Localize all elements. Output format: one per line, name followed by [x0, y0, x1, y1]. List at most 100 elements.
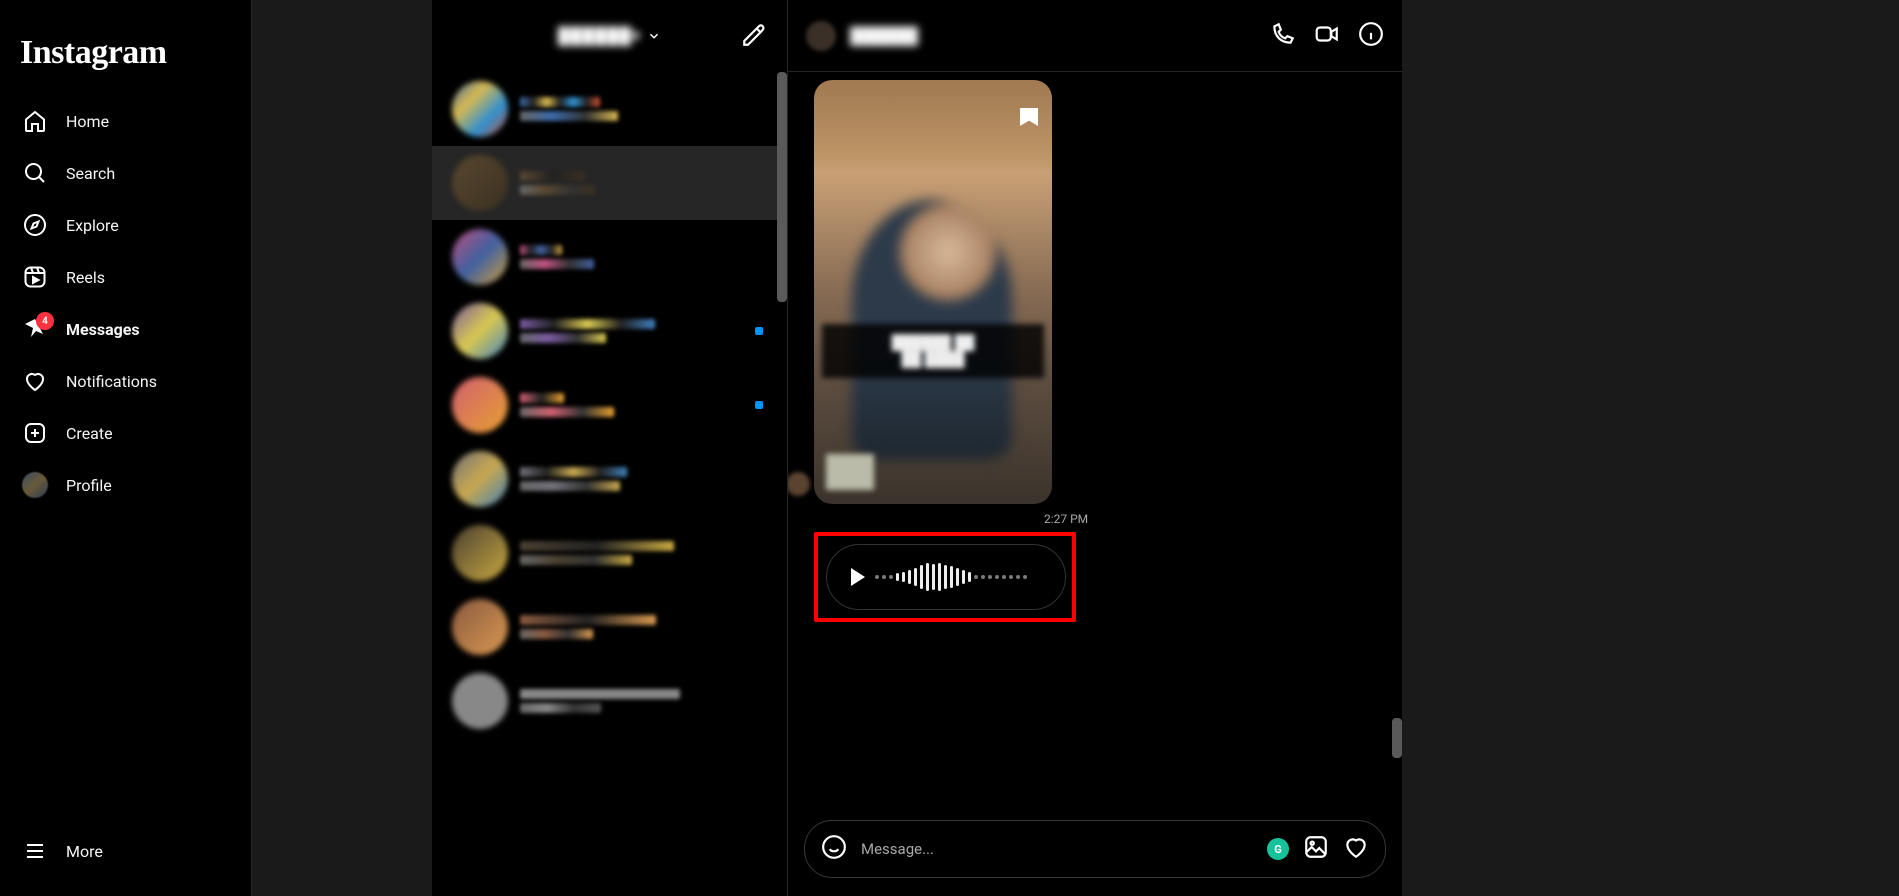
waveform-bar [938, 563, 941, 591]
conversation-name [520, 171, 584, 181]
waveform-bar [882, 575, 886, 579]
voice-message-highlight [814, 532, 1076, 622]
post-caption-line1: ██████ ██ [830, 334, 1036, 351]
audio-call-button[interactable] [1270, 21, 1296, 51]
unread-dot [755, 327, 763, 335]
nav-messages-label: Messages [66, 320, 140, 339]
bookmark-icon [1020, 108, 1038, 126]
account-switcher[interactable]: ██████▾ [558, 26, 661, 46]
post-credit [826, 454, 874, 490]
nav-create[interactable]: Create [12, 408, 239, 458]
conversation-item[interactable] [432, 664, 787, 738]
dm-container: ██████▾ ██████ [432, 0, 1402, 896]
layout-gap-right [1402, 0, 1899, 896]
nav-notifications-label: Notifications [66, 372, 157, 391]
chat-body[interactable]: ██████ ██ ██ ████ 2:27 PM [788, 72, 1402, 806]
waveform-bar [962, 570, 965, 584]
waveform-bar [981, 575, 985, 579]
nav-search[interactable]: Search [12, 148, 239, 198]
grammarly-icon[interactable]: G [1267, 838, 1289, 860]
messages-icon: 4 [22, 316, 48, 342]
conversation-name [520, 467, 627, 477]
conversation-name [520, 615, 656, 625]
search-icon [22, 160, 48, 186]
waveform-bar [889, 575, 893, 579]
voice-message[interactable] [826, 544, 1066, 610]
attach-image-button[interactable] [1303, 834, 1329, 864]
hamburger-icon [22, 838, 48, 864]
waveform-bar [926, 563, 929, 591]
conversation-name [520, 393, 564, 403]
waveform-bar [995, 575, 999, 579]
conversation-name [520, 689, 680, 699]
nav-explore-label: Explore [66, 216, 119, 235]
nav-search-label: Search [66, 164, 115, 183]
compose-new-message-button[interactable] [741, 22, 767, 52]
conversation-item[interactable] [432, 146, 787, 220]
conversation-preview [520, 481, 620, 491]
conversation-text [520, 97, 767, 121]
conversation-text [520, 615, 767, 639]
like-heart-button[interactable] [1343, 834, 1369, 864]
waveform-bar [914, 568, 917, 586]
nav-reels-label: Reels [66, 268, 105, 287]
plus-square-icon [22, 420, 48, 446]
conversation-name [520, 245, 562, 255]
chat-panel: ██████ ██████ ██ ██ ████ [788, 0, 1402, 896]
waveform-bar [974, 575, 978, 579]
logo-wrap: Instagram [12, 0, 239, 96]
inbox-header: ██████▾ [432, 0, 787, 72]
nav-messages[interactable]: 4 Messages [12, 304, 239, 354]
nav-home[interactable]: Home [12, 96, 239, 146]
instagram-logo[interactable]: Instagram [20, 34, 231, 72]
conversation-item[interactable] [432, 220, 787, 294]
waveform-bar [902, 572, 905, 582]
message-input[interactable] [861, 840, 1253, 858]
play-icon[interactable] [851, 568, 865, 586]
nav-more[interactable]: More [12, 826, 239, 876]
scrollbar-thumb[interactable] [777, 72, 787, 302]
shared-post[interactable]: ██████ ██ ██ ████ [814, 80, 1052, 504]
account-username: ██████▾ [558, 26, 641, 46]
home-icon [22, 108, 48, 134]
nav-profile[interactable]: Profile [12, 460, 239, 510]
waveform-bar [1016, 575, 1020, 579]
waveform-bar [950, 566, 953, 588]
conversation-item[interactable] [432, 72, 787, 146]
waveform-bar [988, 575, 992, 579]
conversation-text [520, 467, 767, 491]
video-call-button[interactable] [1314, 21, 1340, 51]
sender-avatar [788, 472, 810, 496]
conversation-preview [520, 259, 594, 269]
nav-notifications[interactable]: Notifications [12, 356, 239, 406]
message-composer: G [804, 820, 1386, 878]
conversation-text [520, 245, 767, 269]
conversation-scroll[interactable] [432, 72, 787, 896]
nav-explore[interactable]: Explore [12, 200, 239, 250]
conversation-item[interactable] [432, 516, 787, 590]
chat-peer-avatar[interactable] [806, 21, 836, 51]
chat-peer-name[interactable]: ██████ [850, 26, 1256, 46]
chat-scrollbar-thumb[interactable] [1392, 718, 1402, 758]
unread-dot [755, 401, 763, 409]
emoji-button[interactable] [821, 834, 847, 864]
conversation-avatar [452, 303, 508, 359]
conversation-item[interactable] [432, 442, 787, 516]
conversation-item[interactable] [432, 294, 787, 368]
waveform-bar [896, 573, 899, 581]
conversation-info-button[interactable] [1358, 21, 1384, 51]
waveform-bar [875, 575, 879, 579]
compass-icon [22, 212, 48, 238]
conversation-item[interactable] [432, 368, 787, 442]
waveform-bar [1002, 575, 1006, 579]
nav-reels[interactable]: Reels [12, 252, 239, 302]
waveform-bar [968, 572, 971, 582]
nav-create-label: Create [66, 424, 113, 443]
waveform[interactable] [875, 562, 1027, 592]
waveform-bar [944, 565, 947, 589]
conversation-avatar [452, 155, 508, 211]
conversation-preview [520, 407, 614, 417]
conversation-list: ██████▾ [432, 0, 788, 896]
conversation-item[interactable] [432, 590, 787, 664]
conversation-text [520, 319, 767, 343]
